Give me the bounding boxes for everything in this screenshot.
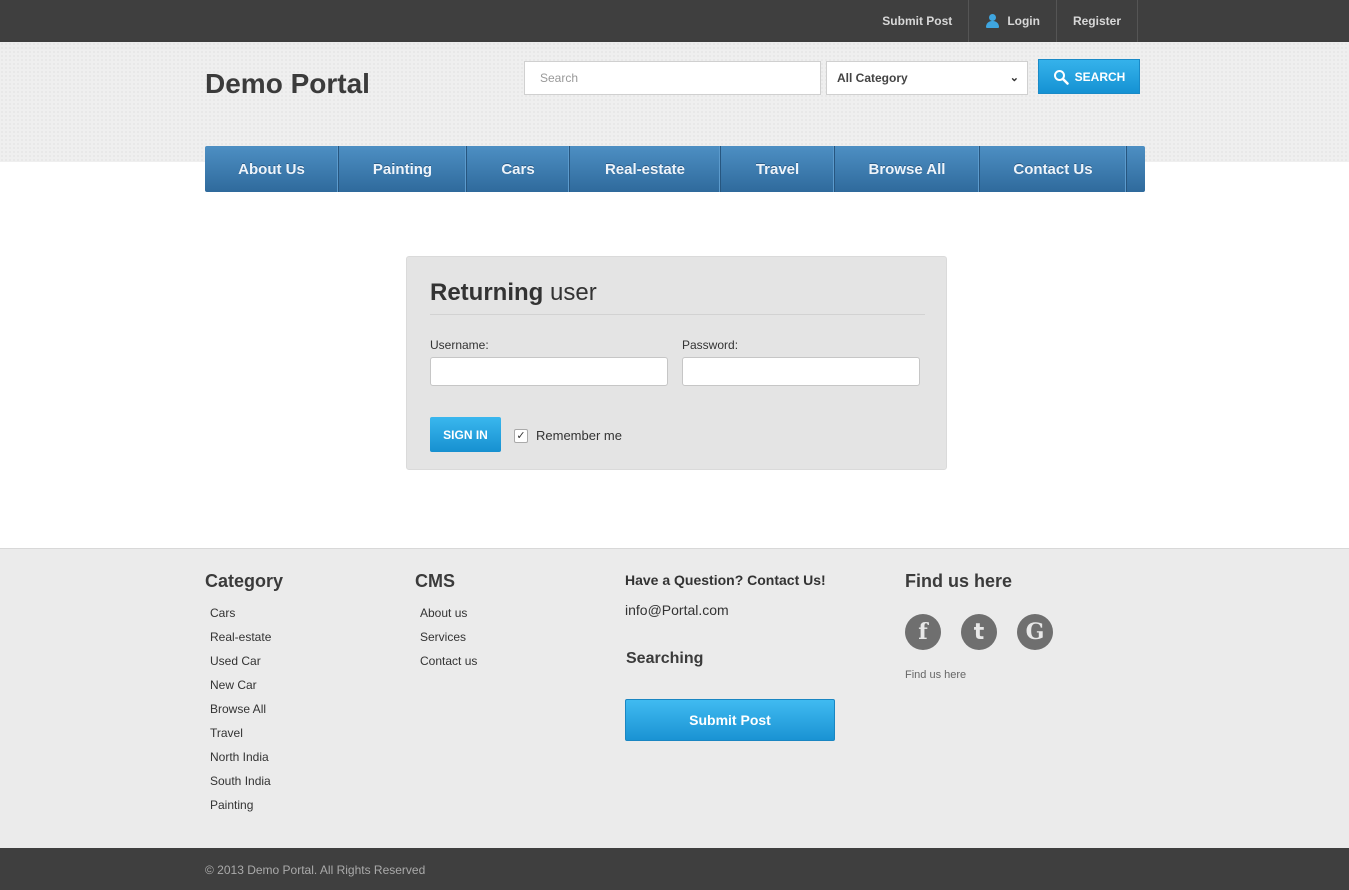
username-field[interactable] (430, 357, 668, 386)
chevron-down-icon: ⌄ (1009, 72, 1019, 84)
category-select[interactable]: All Category ⌄ (826, 61, 1028, 95)
nav-item-painting[interactable]: Painting (339, 146, 467, 192)
login-link[interactable]: Login (969, 0, 1057, 42)
divider (430, 314, 925, 315)
list-item[interactable]: New Car (210, 673, 271, 697)
nav-item-travel[interactable]: Travel (721, 146, 835, 192)
find-us-heading: Find us here (905, 571, 1013, 591)
list-item[interactable]: Contact us (420, 649, 477, 673)
main-nav: About Us Painting Cars Real-estate Trave… (205, 146, 1145, 192)
password-label: Password: (682, 338, 739, 352)
login-label: Login (1007, 14, 1040, 28)
login-title-rest: user (550, 279, 597, 306)
bottom-bar: © 2013 Demo Portal. All Rights Reserved (0, 848, 1349, 890)
list-item[interactable]: Travel (210, 721, 271, 745)
submit-post-link[interactable]: Submit Post (866, 0, 970, 42)
list-item[interactable]: Services (420, 625, 477, 649)
nav-item-about-us[interactable]: About Us (205, 146, 339, 192)
list-item[interactable]: Used Car (210, 649, 271, 673)
remember-me-checkbox[interactable]: ✓ (514, 429, 528, 443)
category-list: Cars Real-estate Used Car New Car Browse… (210, 601, 271, 817)
cms-heading: CMS (415, 571, 455, 591)
list-item[interactable]: Real-estate (210, 625, 271, 649)
cms-list: About us Services Contact us (420, 601, 477, 673)
nav-item-cars[interactable]: Cars (467, 146, 570, 192)
top-bar: Submit Post Login Register (0, 0, 1349, 42)
searching-heading: Searching (626, 650, 704, 667)
user-icon (985, 14, 1000, 28)
nav-item-browse-all[interactable]: Browse All (835, 146, 980, 192)
remember-me-label[interactable]: Remember me (536, 428, 622, 443)
login-title: Returning user (430, 279, 597, 307)
copyright-text: © 2013 Demo Portal. All Rights Reserved (205, 863, 426, 877)
sign-in-button[interactable]: SIGN IN (430, 417, 501, 452)
list-item[interactable]: South India (210, 769, 271, 793)
search-button-label: SEARCH (1074, 69, 1126, 84)
list-item[interactable]: Browse All (210, 697, 271, 721)
twitter-icon[interactable]: t (961, 614, 997, 650)
login-title-strong: Returning (430, 279, 544, 306)
search-button[interactable]: SEARCH (1038, 59, 1140, 94)
password-field[interactable] (682, 357, 920, 386)
login-panel: Returning user Username: Password: SIGN … (406, 256, 947, 470)
submit-post-label: Submit Post (882, 14, 953, 28)
submit-post-button[interactable]: Submit Post (625, 699, 835, 741)
top-links: Submit Post Login Register (866, 0, 1138, 42)
username-label: Username: (430, 338, 489, 352)
nav-item-contact-us[interactable]: Contact Us (980, 146, 1127, 192)
category-heading: Category (205, 571, 284, 591)
header: Demo Portal All Category ⌄ SEARCH (0, 42, 1349, 162)
checkmark-icon: ✓ (516, 430, 526, 442)
category-selected-value: All Category (837, 71, 908, 85)
register-link[interactable]: Register (1057, 0, 1138, 42)
list-item[interactable]: Painting (210, 793, 271, 817)
nav-item-real-estate[interactable]: Real-estate (570, 146, 721, 192)
search-input[interactable] (524, 61, 821, 95)
google-icon[interactable]: G (1017, 614, 1053, 650)
footer: Category Cars Real-estate Used Car New C… (0, 548, 1349, 848)
site-logo[interactable]: Demo Portal (205, 68, 370, 100)
list-item[interactable]: North India (210, 745, 271, 769)
facebook-icon[interactable]: f (905, 614, 941, 650)
contact-email[interactable]: info@Portal.com (625, 602, 729, 618)
list-item[interactable]: About us (420, 601, 477, 625)
search-icon (1053, 69, 1069, 85)
find-us-caption: Find us here (905, 669, 967, 681)
contact-heading: Have a Question? Contact Us! (625, 572, 826, 588)
register-label: Register (1072, 14, 1121, 28)
list-item[interactable]: Cars (210, 601, 271, 625)
